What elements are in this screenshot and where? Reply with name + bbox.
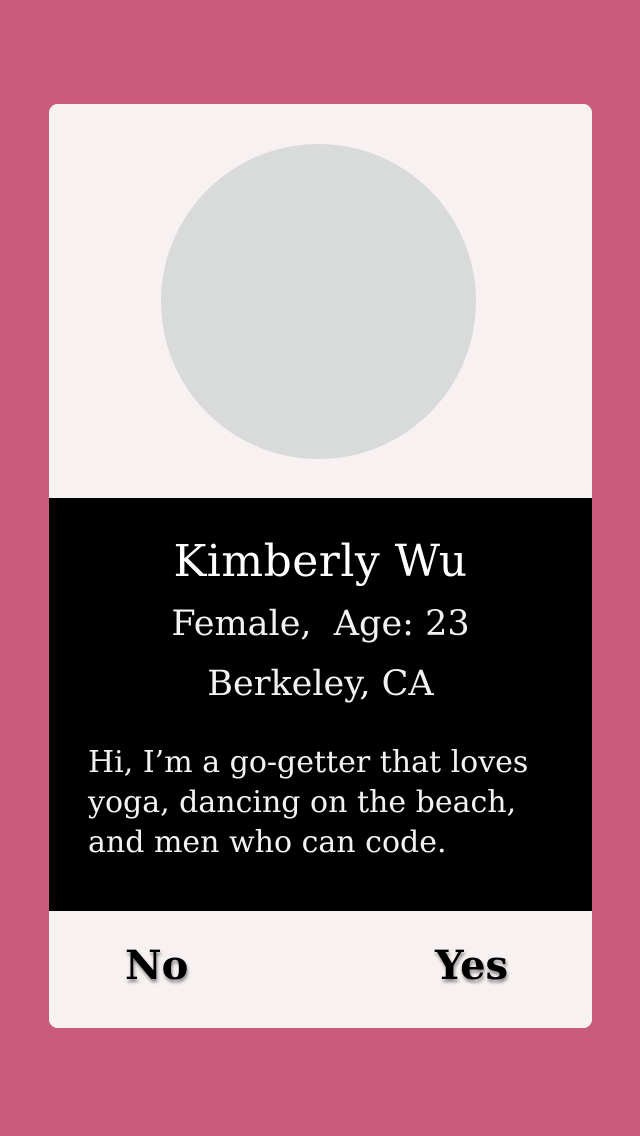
yes-button[interactable]: Yes xyxy=(435,941,508,991)
profile-gender-age: Female, Age: 23 xyxy=(171,604,470,644)
profile-name: Kimberly Wu xyxy=(173,536,468,587)
avatar xyxy=(161,144,476,459)
no-button[interactable]: No xyxy=(125,941,188,991)
action-bar: No Yes xyxy=(49,911,592,1028)
profile-location: Berkeley, CA xyxy=(207,664,434,704)
profile-bio: Hi, I’m a go-getter that loves yoga, dan… xyxy=(88,745,529,860)
profile-info-panel: Kimberly Wu Female, Age: 23 Berkeley, CA… xyxy=(49,498,592,911)
profile-photo-area xyxy=(49,104,592,498)
profile-card: Kimberly Wu Female, Age: 23 Berkeley, CA… xyxy=(49,104,592,1028)
